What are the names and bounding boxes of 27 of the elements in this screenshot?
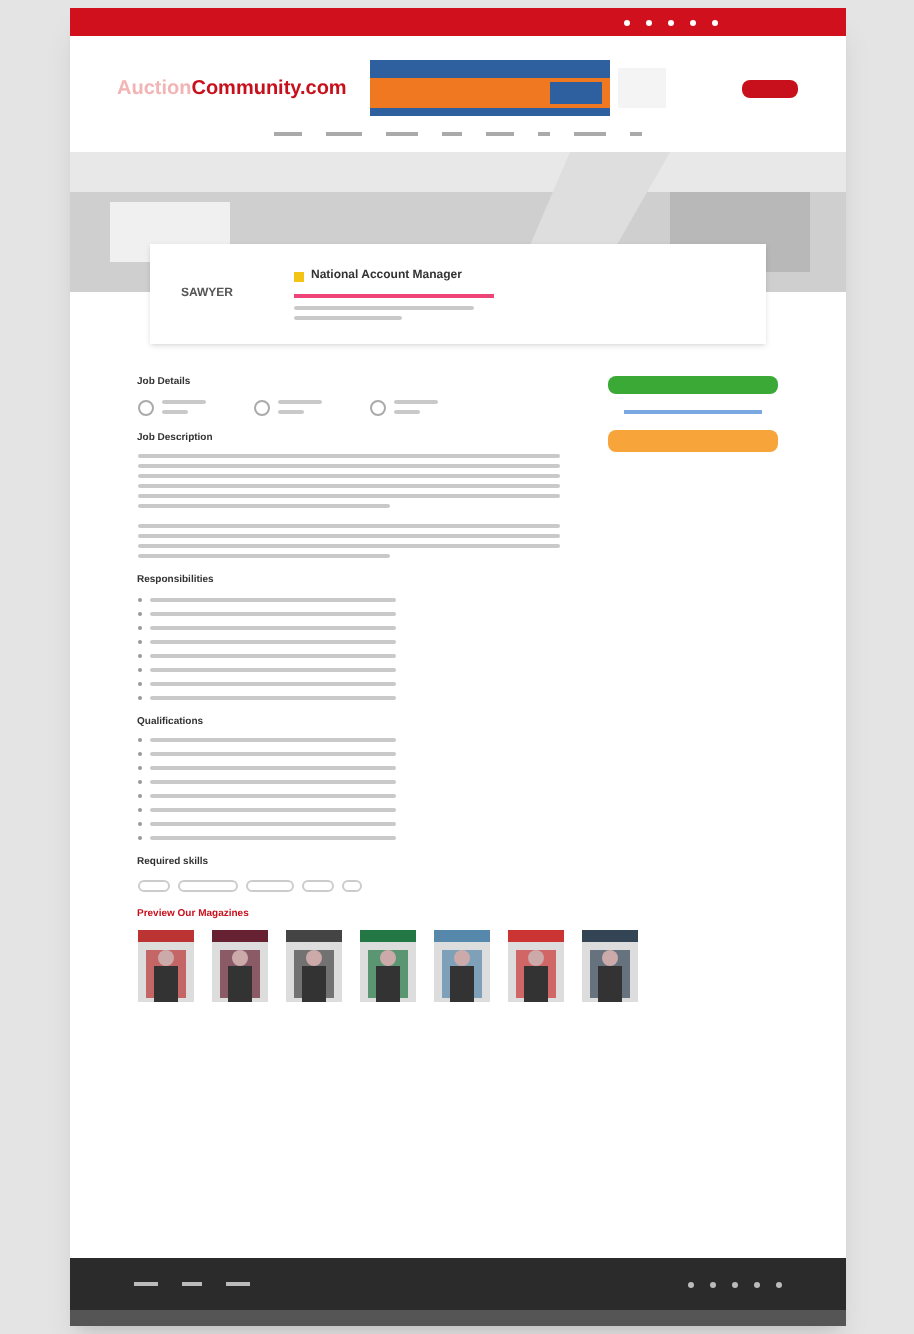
- info-icon: [137, 399, 153, 415]
- skill-tag[interactable]: [341, 879, 361, 891]
- apply-button[interactable]: [607, 376, 777, 394]
- skill-tag[interactable]: [301, 879, 333, 891]
- info-icon: [369, 399, 385, 415]
- alert-button[interactable]: [607, 430, 777, 452]
- social-icon[interactable]: [731, 1281, 737, 1287]
- social-icon[interactable]: [709, 1281, 715, 1287]
- social-icon[interactable]: [711, 19, 717, 25]
- social-icon[interactable]: [687, 1281, 693, 1287]
- footer-link-drawing[interactable]: [181, 1282, 201, 1286]
- social-icon[interactable]: [689, 19, 695, 25]
- banner-ad-drawing[interactable]: [370, 60, 671, 116]
- info-icon: [253, 399, 269, 415]
- logo[interactable]: AuctionCommunity.com: [117, 73, 347, 103]
- skill-tag[interactable]: [177, 879, 237, 891]
- social-icon[interactable]: [645, 19, 651, 25]
- social-icon[interactable]: [775, 1281, 781, 1287]
- skill-tag[interactable]: [137, 879, 169, 891]
- footer-link-drawing[interactable]: [225, 1282, 249, 1286]
- social-icon[interactable]: [667, 19, 673, 25]
- footer-link-drawing[interactable]: [133, 1282, 157, 1286]
- sign-in-button[interactable]: [741, 79, 797, 97]
- bookmark-icon[interactable]: [293, 272, 303, 282]
- skill-tag[interactable]: [245, 879, 293, 891]
- social-icon[interactable]: [623, 19, 629, 25]
- social-icon[interactable]: [753, 1281, 759, 1287]
